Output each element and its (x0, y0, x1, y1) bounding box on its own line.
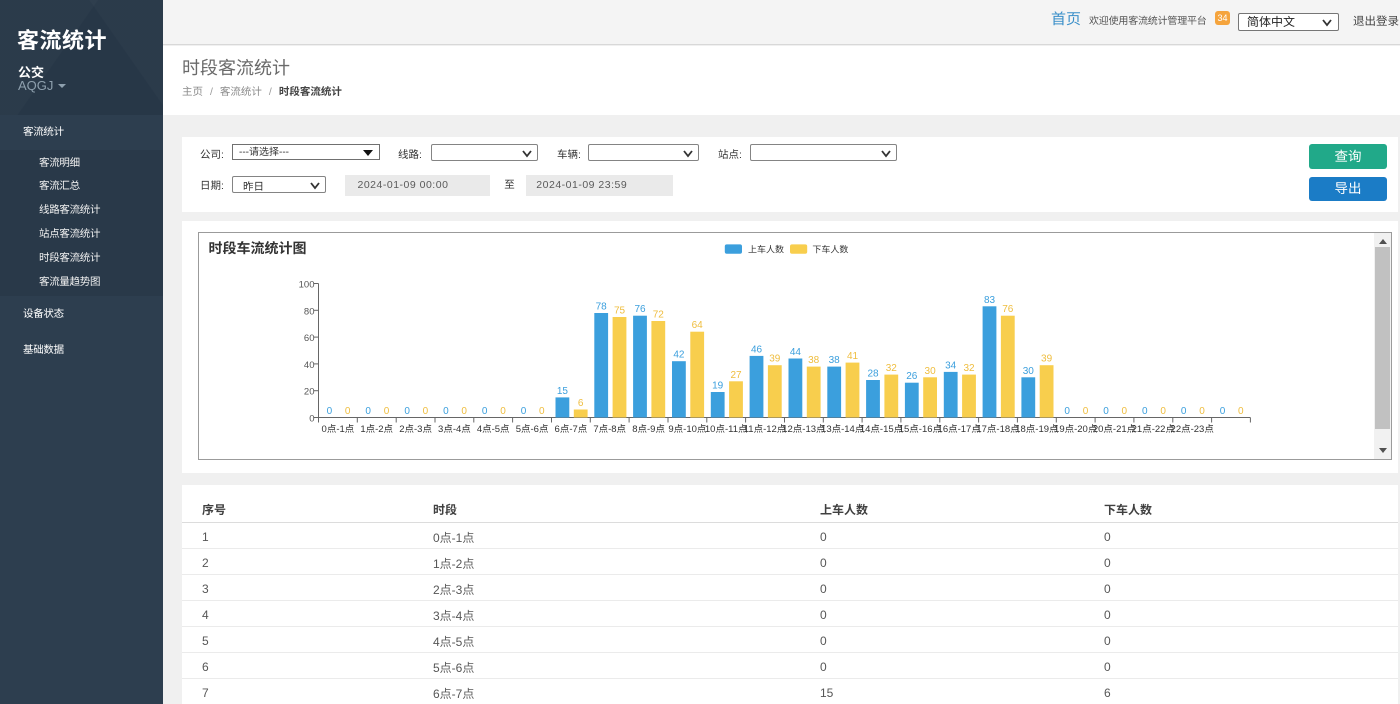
svg-text:26: 26 (906, 371, 918, 382)
svg-text:17点-18点: 17点-18点 (976, 424, 1020, 435)
svg-text:0: 0 (1122, 406, 1128, 417)
svg-text:32: 32 (963, 363, 975, 374)
svg-text:75: 75 (614, 306, 626, 317)
svg-text:76: 76 (634, 304, 646, 315)
svg-text:6: 6 (578, 398, 584, 409)
svg-text:21点-22点: 21点-22点 (1132, 424, 1176, 435)
svg-text:46: 46 (751, 344, 763, 355)
svg-text:10点-11点: 10点-11点 (705, 424, 748, 435)
svg-text:0: 0 (345, 406, 351, 417)
svg-text:0: 0 (327, 406, 333, 417)
svg-text:12点-13点: 12点-13点 (782, 424, 826, 435)
svg-text:0: 0 (1160, 406, 1166, 417)
svg-text:30: 30 (925, 366, 937, 377)
svg-text:0: 0 (309, 414, 314, 425)
svg-text:19点-20点: 19点-20点 (1054, 424, 1098, 435)
svg-text:19: 19 (712, 381, 724, 392)
svg-text:16点-17点: 16点-17点 (938, 424, 982, 435)
svg-text:30: 30 (1023, 366, 1035, 377)
svg-text:100: 100 (299, 280, 315, 291)
svg-text:0: 0 (404, 406, 410, 417)
svg-text:39: 39 (1041, 354, 1053, 365)
svg-text:38: 38 (829, 355, 841, 366)
svg-text:0: 0 (1083, 406, 1089, 417)
svg-text:0: 0 (521, 406, 527, 417)
svg-text:下车人数: 下车人数 (812, 245, 848, 255)
svg-text:18点-19点: 18点-19点 (1015, 424, 1059, 435)
svg-text:72: 72 (653, 310, 665, 321)
svg-text:42: 42 (673, 350, 685, 361)
svg-text:22点-23点: 22点-23点 (1171, 424, 1215, 435)
svg-text:0: 0 (1103, 406, 1109, 417)
svg-text:83: 83 (984, 295, 996, 306)
svg-text:0: 0 (384, 406, 390, 417)
svg-text:14点-15点: 14点-15点 (860, 424, 904, 435)
svg-text:0: 0 (1238, 406, 1244, 417)
svg-text:38: 38 (808, 355, 820, 366)
svg-text:27: 27 (730, 370, 742, 381)
svg-text:0: 0 (1142, 406, 1148, 417)
svg-text:13点-14点: 13点-14点 (821, 424, 865, 435)
svg-text:9点-10点: 9点-10点 (668, 424, 707, 435)
svg-text:41: 41 (847, 351, 859, 362)
svg-text:39: 39 (769, 354, 781, 365)
svg-text:0: 0 (1181, 406, 1187, 417)
svg-text:0: 0 (1199, 406, 1205, 417)
svg-text:0: 0 (365, 406, 371, 417)
svg-text:2点-3点: 2点-3点 (399, 424, 432, 435)
svg-text:0: 0 (500, 406, 506, 417)
svg-text:1点-2点: 1点-2点 (360, 424, 393, 435)
svg-text:4点-5点: 4点-5点 (477, 424, 510, 435)
svg-text:5点-6点: 5点-6点 (516, 424, 549, 435)
svg-text:0: 0 (1064, 406, 1070, 417)
svg-text:0: 0 (443, 406, 449, 417)
svg-text:78: 78 (596, 302, 608, 313)
svg-text:28: 28 (867, 369, 879, 380)
svg-text:20点-21点: 20点-21点 (1093, 424, 1137, 435)
svg-text:8点-9点: 8点-9点 (632, 424, 665, 435)
svg-text:15: 15 (557, 386, 569, 397)
svg-text:15点-16点: 15点-16点 (899, 424, 943, 435)
svg-text:11点-12点: 11点-12点 (744, 424, 787, 435)
svg-text:80: 80 (304, 306, 315, 317)
svg-text:上车人数: 上车人数 (748, 245, 784, 255)
svg-text:0点-1点: 0点-1点 (322, 424, 355, 435)
svg-text:76: 76 (1002, 304, 1014, 315)
svg-text:32: 32 (886, 363, 898, 374)
svg-text:3点-4点: 3点-4点 (438, 424, 471, 435)
svg-text:0: 0 (461, 406, 467, 417)
svg-text:40: 40 (304, 360, 315, 371)
svg-text:时段车流统计图: 时段车流统计图 (209, 240, 307, 256)
svg-text:60: 60 (304, 333, 315, 344)
svg-text:0: 0 (482, 406, 488, 417)
svg-text:0: 0 (1220, 406, 1226, 417)
svg-text:7点-8点: 7点-8点 (593, 424, 626, 435)
svg-text:44: 44 (790, 347, 802, 358)
svg-text:0: 0 (539, 406, 545, 417)
svg-text:20: 20 (304, 387, 315, 398)
svg-text:6点-7点: 6点-7点 (555, 424, 588, 435)
svg-text:64: 64 (692, 320, 704, 331)
svg-text:0: 0 (423, 406, 429, 417)
svg-text:34: 34 (945, 360, 957, 371)
